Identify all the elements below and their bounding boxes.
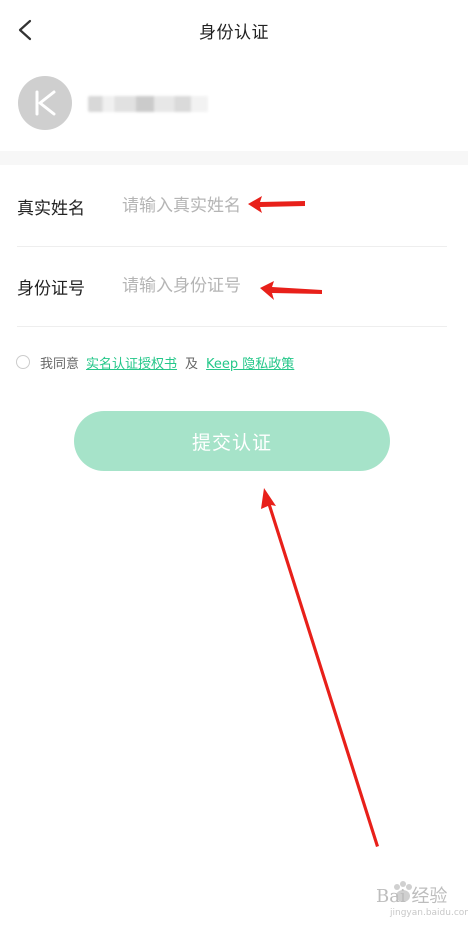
back-button[interactable] bbox=[10, 14, 42, 46]
user-info bbox=[0, 70, 468, 140]
keep-logo-icon bbox=[35, 90, 56, 116]
section-divider bbox=[0, 151, 468, 165]
page-title: 身份认证 bbox=[199, 22, 269, 43]
watermark-sub: jingyan.baidu.com bbox=[390, 908, 468, 918]
agree-prefix: 我同意 bbox=[40, 356, 80, 372]
id-label: 身份证号 bbox=[17, 278, 85, 299]
name-label: 真实姓名 bbox=[17, 198, 85, 219]
name-row: 真实姓名 bbox=[17, 166, 447, 247]
agree-and: 及 bbox=[185, 356, 199, 372]
id-row: 身份证号 bbox=[17, 246, 447, 327]
auth-agreement-link[interactable]: 实名认证授权书 bbox=[86, 353, 177, 372]
id-number-input[interactable] bbox=[122, 276, 322, 296]
watermark-text: Bai 经验 bbox=[376, 886, 448, 907]
header-bar: 身份认证 bbox=[0, 0, 468, 60]
chevron-left-icon bbox=[18, 19, 32, 41]
blurred-username bbox=[88, 96, 208, 112]
privacy-policy-link[interactable]: Keep 隐私政策 bbox=[206, 353, 294, 372]
submit-button[interactable]: 提交认证 bbox=[74, 411, 390, 471]
agreement-row: 我同意 实名认证授权书 及 Keep 隐私政策 bbox=[16, 352, 294, 372]
name-input[interactable] bbox=[122, 196, 322, 216]
agree-radio[interactable] bbox=[16, 355, 30, 369]
avatar bbox=[18, 76, 72, 130]
arrow-annotation-submit bbox=[261, 488, 379, 847]
watermark: Bai 经验 jingyan.baidu.com bbox=[352, 880, 468, 928]
